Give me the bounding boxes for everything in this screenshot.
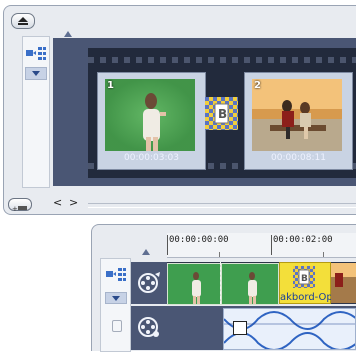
- timeline-clip[interactable]: [167, 263, 221, 305]
- clip-timecode: 00:00:08:11: [271, 153, 326, 163]
- ruler-major-tick: [271, 235, 272, 255]
- storyboard-clip[interactable]: 1 00:00:03:03: [97, 72, 206, 170]
- overlay-track: [167, 306, 356, 350]
- svg-text:+: +: [12, 205, 18, 213]
- clip-number: 2: [254, 80, 261, 91]
- clip-thumbnail: [105, 79, 195, 151]
- ruler-label: 00:00:00:00: [169, 235, 229, 245]
- timeline-mode-icon[interactable]: [105, 266, 127, 284]
- clip-thumbnail: [252, 79, 342, 151]
- overlay-clip[interactable]: [223, 308, 356, 350]
- time-ruler[interactable]: 00:00:00:00 00:00:02:00: [167, 233, 356, 258]
- video-track-header[interactable]: [131, 262, 167, 304]
- film-reel-icon: [138, 272, 160, 293]
- chevron-down-icon: [32, 71, 40, 76]
- video-track: B akbord-Op: [167, 262, 356, 305]
- add-clip-button[interactable]: +: [8, 198, 32, 213]
- eject-icon: [18, 17, 28, 25]
- timeline-clip[interactable]: [331, 263, 356, 303]
- scroll-right-button[interactable]: >: [69, 196, 78, 209]
- view-dropdown[interactable]: [25, 67, 47, 80]
- filmstrip-perforation: [88, 57, 356, 63]
- svg-text:B: B: [301, 274, 308, 284]
- scroll-up-icon[interactable]: [142, 249, 150, 255]
- overlay-marker-icon: [233, 321, 247, 335]
- overlay-reel-icon: [138, 317, 159, 337]
- transition-thumbnail[interactable]: B: [205, 97, 238, 130]
- overlay-track-header[interactable]: [131, 306, 167, 350]
- chevron-down-icon: [112, 296, 120, 301]
- transition-label: akbord-Op: [280, 292, 332, 303]
- horizontal-scrollbar[interactable]: [88, 203, 356, 208]
- timeline-clip[interactable]: [221, 263, 279, 305]
- timeline-transition[interactable]: B akbord-Op: [279, 262, 332, 304]
- clip-timecode: 00:00:03:03: [124, 153, 179, 163]
- storyboard-area: 1 00:00:03:03 B 2 00:00:08:11: [53, 38, 356, 186]
- scroll-left-button[interactable]: <: [53, 196, 62, 209]
- storyboard-mode-icon[interactable]: [25, 45, 47, 63]
- storyboard-footer: + < >: [6, 196, 356, 213]
- add-track-icon: +: [12, 205, 27, 213]
- ruler-minor-tick: [323, 252, 324, 257]
- ruler-major-tick: [167, 235, 168, 255]
- storyboard-sidebar: [22, 36, 50, 188]
- svg-text:B: B: [218, 107, 227, 121]
- storyboard-clip[interactable]: 2 00:00:08:11: [244, 72, 353, 170]
- scroll-up-icon[interactable]: [64, 31, 72, 37]
- clip-number: 1: [107, 80, 114, 91]
- lock-icon[interactable]: [112, 320, 122, 332]
- ruler-minor-tick: [219, 252, 220, 257]
- view-dropdown[interactable]: [105, 292, 127, 304]
- timeline-sidebar: [100, 258, 131, 352]
- eject-button[interactable]: [11, 13, 35, 29]
- ruler-label: 00:00:02:00: [273, 235, 333, 245]
